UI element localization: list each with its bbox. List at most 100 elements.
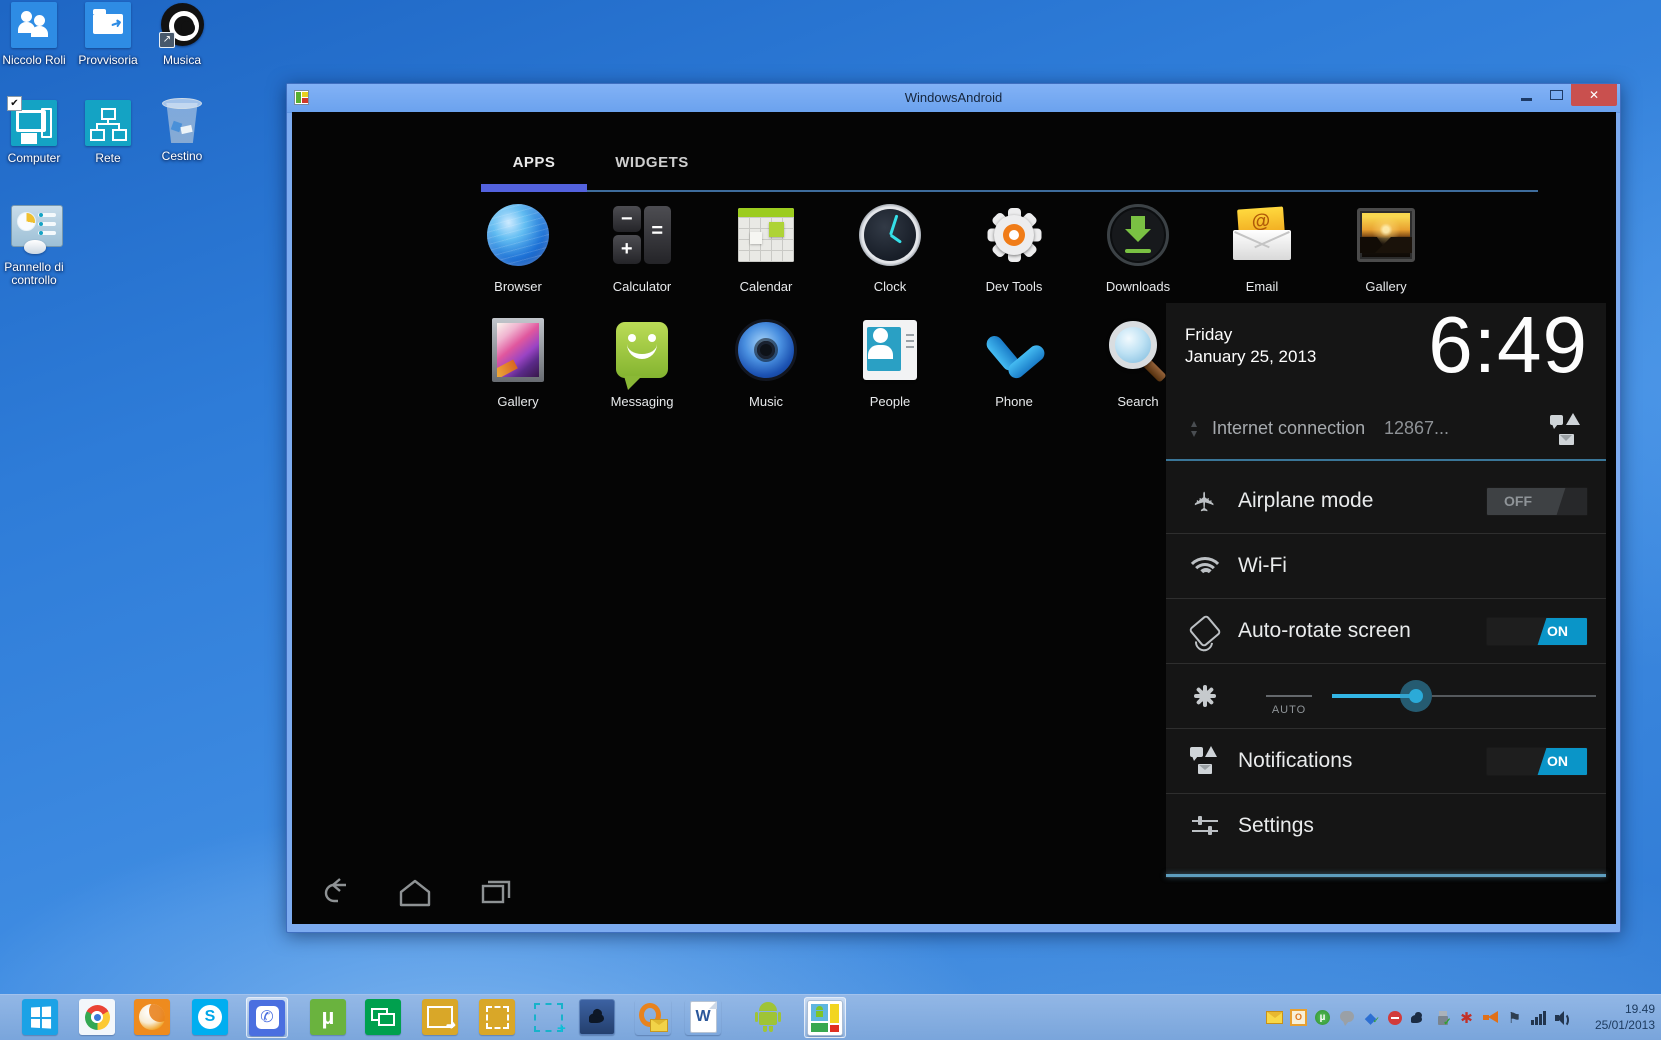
row-label: Settings (1238, 814, 1314, 837)
desktop-icon-cestino[interactable]: Cestino (140, 98, 224, 163)
tray-twitter-icon[interactable] (1410, 1009, 1427, 1026)
calculator-icon: − + = (613, 206, 671, 264)
auto-rotate-toggle[interactable]: ON (1486, 616, 1588, 646)
user-icon (11, 2, 57, 48)
windowsandroid-window: WindowsAndroid ✕ APPS WIDGETS Browser − +… (286, 83, 1621, 933)
tray-chat-icon[interactable] (1338, 1009, 1355, 1026)
app-music[interactable]: Music (704, 315, 828, 409)
notifications-row[interactable]: Notifications ON (1166, 729, 1606, 794)
taskbar-twitter[interactable] (579, 999, 615, 1035)
notification-value: 12867... (1384, 418, 1450, 438)
desktop-icon-computer[interactable]: ✔ Computer (0, 96, 76, 165)
tray-outlook-icon[interactable]: O (1290, 1009, 1307, 1026)
tray-horn-icon[interactable] (1482, 1009, 1499, 1026)
panel-divider (1166, 459, 1606, 461)
snip-region-icon: + (533, 1002, 566, 1037)
back-button[interactable] (320, 876, 354, 908)
desktop-icon-musica[interactable]: ↗ Musica (140, 2, 224, 67)
app-people[interactable]: People (828, 315, 952, 409)
row-label: Wi-Fi (1238, 554, 1287, 577)
app-calendar[interactable]: Calendar (704, 200, 828, 294)
taskbar-screen-capture[interactable] (479, 999, 515, 1035)
app-gallery-2[interactable]: Gallery (456, 315, 580, 409)
app-phone[interactable]: Phone (952, 315, 1076, 409)
desktop-icon-label: Cestino (161, 149, 203, 163)
settings-sliders-icon (1192, 815, 1218, 837)
taskbar-skype[interactable]: S (192, 999, 228, 1035)
auto-brightness-label[interactable]: AUTO (1266, 704, 1312, 716)
taskbar-utorrent[interactable]: µ (310, 999, 346, 1035)
taskbar-remote-desktop[interactable] (365, 999, 401, 1035)
taskbar-chrome[interactable] (79, 999, 115, 1035)
tray-flag-icon[interactable]: ⚑ (1506, 1009, 1523, 1027)
tray-pinwheel-icon[interactable]: ✱ (1458, 1009, 1475, 1027)
close-button[interactable]: ✕ (1571, 84, 1617, 106)
airplane-mode-row[interactable]: ✈ Airplane mode OFF (1166, 469, 1606, 534)
app-email[interactable]: @ Email (1200, 200, 1324, 294)
recents-button[interactable] (478, 876, 514, 908)
app-calculator[interactable]: − + = Calculator (580, 200, 704, 294)
tray-dropbox-icon[interactable]: ◆ ✓ (1362, 1009, 1380, 1027)
desktop-icon-label: Rete (95, 151, 121, 165)
brightness-row[interactable]: AUTO (1166, 664, 1606, 729)
window-titlebar[interactable]: WindowsAndroid ✕ (287, 84, 1620, 113)
tray-signal-icon[interactable] (1530, 1009, 1547, 1026)
taskbar-clock[interactable]: 19.49 25/01/2013 (1595, 1001, 1655, 1033)
app-gallery-1[interactable]: Gallery (1324, 200, 1448, 294)
brightness-slider[interactable]: AUTO (1224, 664, 1606, 728)
app-clock[interactable]: Clock (828, 200, 952, 294)
shortcut-arrow-icon: ↗ (159, 32, 175, 48)
slider-thumb[interactable] (1400, 680, 1432, 712)
wifi-row[interactable]: Wi-Fi (1166, 534, 1606, 599)
maximize-button[interactable] (1541, 84, 1571, 106)
taskbar-firefox[interactable] (134, 999, 170, 1035)
tab-widgets[interactable]: WIDGETS (592, 154, 712, 171)
app-messaging[interactable]: Messaging (580, 315, 704, 409)
tray-volume-icon[interactable] (1554, 1009, 1571, 1027)
clock-time: 19.49 (1624, 1002, 1655, 1016)
home-button[interactable] (397, 876, 433, 908)
taskbar-phone-app[interactable]: ✆ (246, 997, 288, 1038)
taskbar-outlook[interactable] (635, 999, 671, 1035)
taskbar-word[interactable]: W (685, 999, 721, 1035)
start-button[interactable] (22, 999, 58, 1035)
app-label: Clock (873, 279, 907, 294)
taskbar-windowsandroid[interactable] (804, 997, 846, 1038)
panel-day: Friday (1185, 325, 1233, 344)
app-dev-tools[interactable]: Dev Tools (952, 200, 1076, 294)
notification-row[interactable]: Internet connection 12867... (1166, 407, 1606, 451)
tray-utorrent-icon[interactable]: µ (1314, 1009, 1331, 1026)
tray-busy-icon[interactable] (1386, 1009, 1403, 1026)
utorrent-icon: µ (310, 999, 346, 1035)
dual-monitor-icon (371, 1007, 395, 1027)
airplane-toggle[interactable]: OFF (1486, 486, 1588, 516)
gear-icon (986, 207, 1042, 263)
mail-icon (1559, 434, 1574, 445)
word-doc-icon: W (689, 1001, 717, 1033)
email-icon: @ (1233, 206, 1291, 260)
settings-row[interactable]: Settings (1166, 794, 1606, 858)
desktop-icon-pannello[interactable]: Pannello di controllo (0, 205, 76, 287)
tab-apps[interactable]: APPS (481, 154, 587, 171)
row-label: Airplane mode (1238, 489, 1374, 512)
taskbar-display-switch[interactable]: ➜ (422, 999, 458, 1035)
tray-mail-icon[interactable] (1266, 1009, 1283, 1026)
desktop-icon-rete[interactable]: Rete (66, 100, 150, 165)
app-browser[interactable]: Browser (456, 200, 580, 294)
taskbar-snipping[interactable]: + (530, 999, 566, 1037)
desktop-icon-label: Niccolo Roli (2, 53, 66, 67)
desktop-icon-provvisoria[interactable]: ➜ Provvisoria (66, 2, 150, 67)
auto-rotate-row[interactable]: Auto-rotate screen ON (1166, 599, 1606, 664)
minimize-button[interactable] (1511, 84, 1541, 106)
tray-usb-icon[interactable]: ✓ (1434, 1009, 1452, 1028)
taskbar-android[interactable] (750, 999, 786, 1035)
notifications-toggle[interactable]: ON (1486, 746, 1588, 776)
quick-settings-panel: Friday January 25, 2013 6:49 Internet co… (1166, 300, 1606, 878)
gallery-icon (1357, 208, 1415, 262)
phone-handset-icon (976, 312, 1052, 388)
notifications-icon (1190, 746, 1220, 776)
desktop-icon-niccolo-roli[interactable]: Niccolo Roli (0, 2, 76, 67)
app-downloads[interactable]: Downloads (1076, 200, 1200, 294)
warning-icon (1566, 413, 1580, 425)
checkbox-icon[interactable]: ✔ (7, 96, 22, 111)
